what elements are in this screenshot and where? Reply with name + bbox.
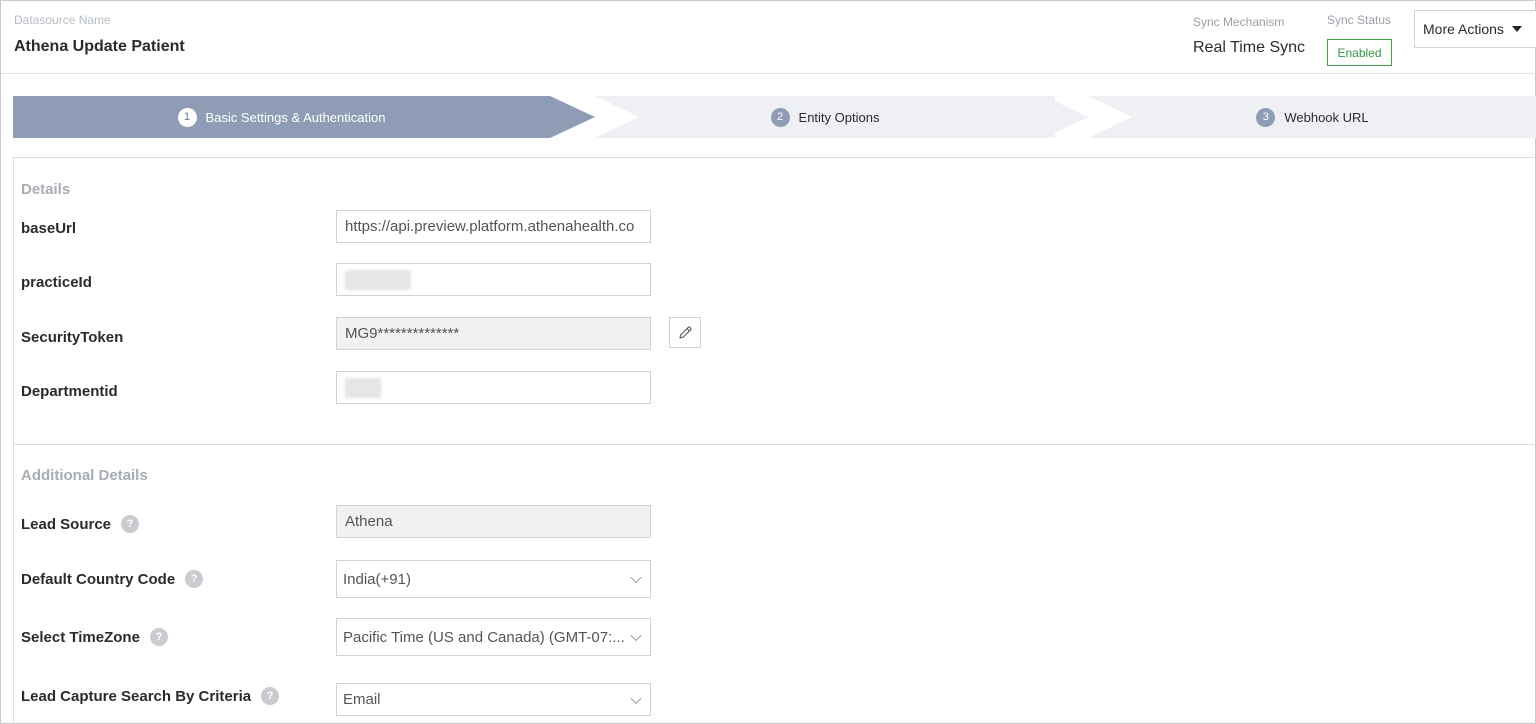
step-label: Webhook URL bbox=[1284, 109, 1369, 125]
edit-security-token-button[interactable] bbox=[669, 317, 701, 348]
additional-details-section-title: Additional Details bbox=[21, 467, 148, 484]
step-number: 1 bbox=[177, 107, 197, 127]
details-section-title: Details bbox=[21, 181, 71, 198]
pencil-icon bbox=[679, 325, 692, 339]
question-mark-icon[interactable]: ? bbox=[149, 628, 168, 646]
chevron-down-icon bbox=[630, 571, 642, 584]
step-number: 3 bbox=[1256, 107, 1276, 127]
step-label: Entity Options bbox=[798, 109, 880, 125]
form-panel bbox=[13, 157, 1536, 724]
default-country-code-label: Default Country Code ? bbox=[21, 570, 204, 588]
question-mark-icon[interactable]: ? bbox=[261, 687, 280, 705]
default-country-code-select[interactable]: India(+91) bbox=[336, 560, 651, 598]
securitytoken-input: MG9************** bbox=[336, 317, 651, 350]
step-entity-options[interactable]: 2 Entity Options bbox=[595, 96, 1055, 138]
timezone-value: Pacific Time (US and Canada) (GMT-07:... bbox=[343, 628, 625, 646]
datasource-name-label: Datasource Name bbox=[14, 13, 111, 27]
lead-source-label: Lead Source ? bbox=[21, 515, 140, 533]
step-number: 2 bbox=[770, 107, 790, 127]
departmentid-value bbox=[345, 377, 381, 398]
lead-capture-criteria-select[interactable]: Email bbox=[336, 683, 651, 716]
chevron-down-icon bbox=[630, 692, 642, 704]
chevron-down-icon bbox=[630, 629, 642, 642]
question-mark-icon[interactable]: ? bbox=[185, 570, 204, 588]
practiceid-value bbox=[345, 269, 411, 290]
practiceid-input[interactable] bbox=[336, 263, 651, 296]
more-actions-button[interactable]: More Actions bbox=[1414, 10, 1536, 48]
sync-mechanism-value: Real Time Sync bbox=[1193, 39, 1306, 56]
step-arrow bbox=[1044, 96, 1088, 138]
departmentid-input[interactable] bbox=[336, 371, 651, 404]
timezone-select[interactable]: Pacific Time (US and Canada) (GMT-07:... bbox=[336, 618, 651, 656]
app-frame: Datasource Name Athena Update Patient Sy… bbox=[0, 0, 1536, 724]
baseurl-input[interactable]: https://api.preview.platform.athenahealt… bbox=[336, 210, 651, 243]
default-country-code-value: India(+91) bbox=[343, 570, 411, 588]
step-arrow bbox=[550, 96, 595, 138]
datasource-name: Athena Update Patient bbox=[14, 38, 185, 55]
step-basic-settings[interactable]: 1 Basic Settings & Authentication bbox=[13, 96, 550, 138]
securitytoken-label: SecurityToken bbox=[21, 329, 124, 346]
lead-capture-criteria-label: Lead Capture Search By Criteria ? bbox=[21, 687, 280, 705]
practiceid-label: practiceId bbox=[21, 274, 92, 291]
question-mark-icon[interactable]: ? bbox=[121, 515, 140, 533]
step-label: Basic Settings & Authentication bbox=[205, 109, 386, 125]
step-separator bbox=[1088, 96, 1132, 138]
sync-status-badge: Enabled bbox=[1327, 39, 1392, 66]
step-webhook-url[interactable]: 3 Webhook URL bbox=[1088, 96, 1536, 138]
sync-mechanism-label: Sync Mechanism bbox=[1193, 15, 1285, 29]
header-divider bbox=[1, 73, 1536, 74]
step-separator bbox=[595, 96, 639, 138]
securitytoken-value: MG9************** bbox=[345, 325, 460, 342]
departmentid-label: Departmentid bbox=[21, 383, 118, 400]
lead-source-value: Athena bbox=[345, 513, 393, 530]
baseurl-value: https://api.preview.platform.athenahealt… bbox=[345, 218, 635, 235]
baseurl-label: baseUrl bbox=[21, 220, 77, 237]
wizard-stepper: 1 Basic Settings & Authentication 2 Enti… bbox=[13, 96, 1536, 138]
caret-down-icon bbox=[1511, 26, 1522, 32]
lead-capture-criteria-value: Email bbox=[343, 691, 381, 708]
sync-status-label: Sync Status bbox=[1327, 13, 1392, 27]
select-timezone-label: Select TimeZone ? bbox=[21, 628, 168, 646]
more-actions-label: More Actions bbox=[1423, 21, 1504, 37]
lead-source-input: Athena bbox=[336, 505, 651, 538]
section-divider bbox=[13, 444, 1536, 445]
